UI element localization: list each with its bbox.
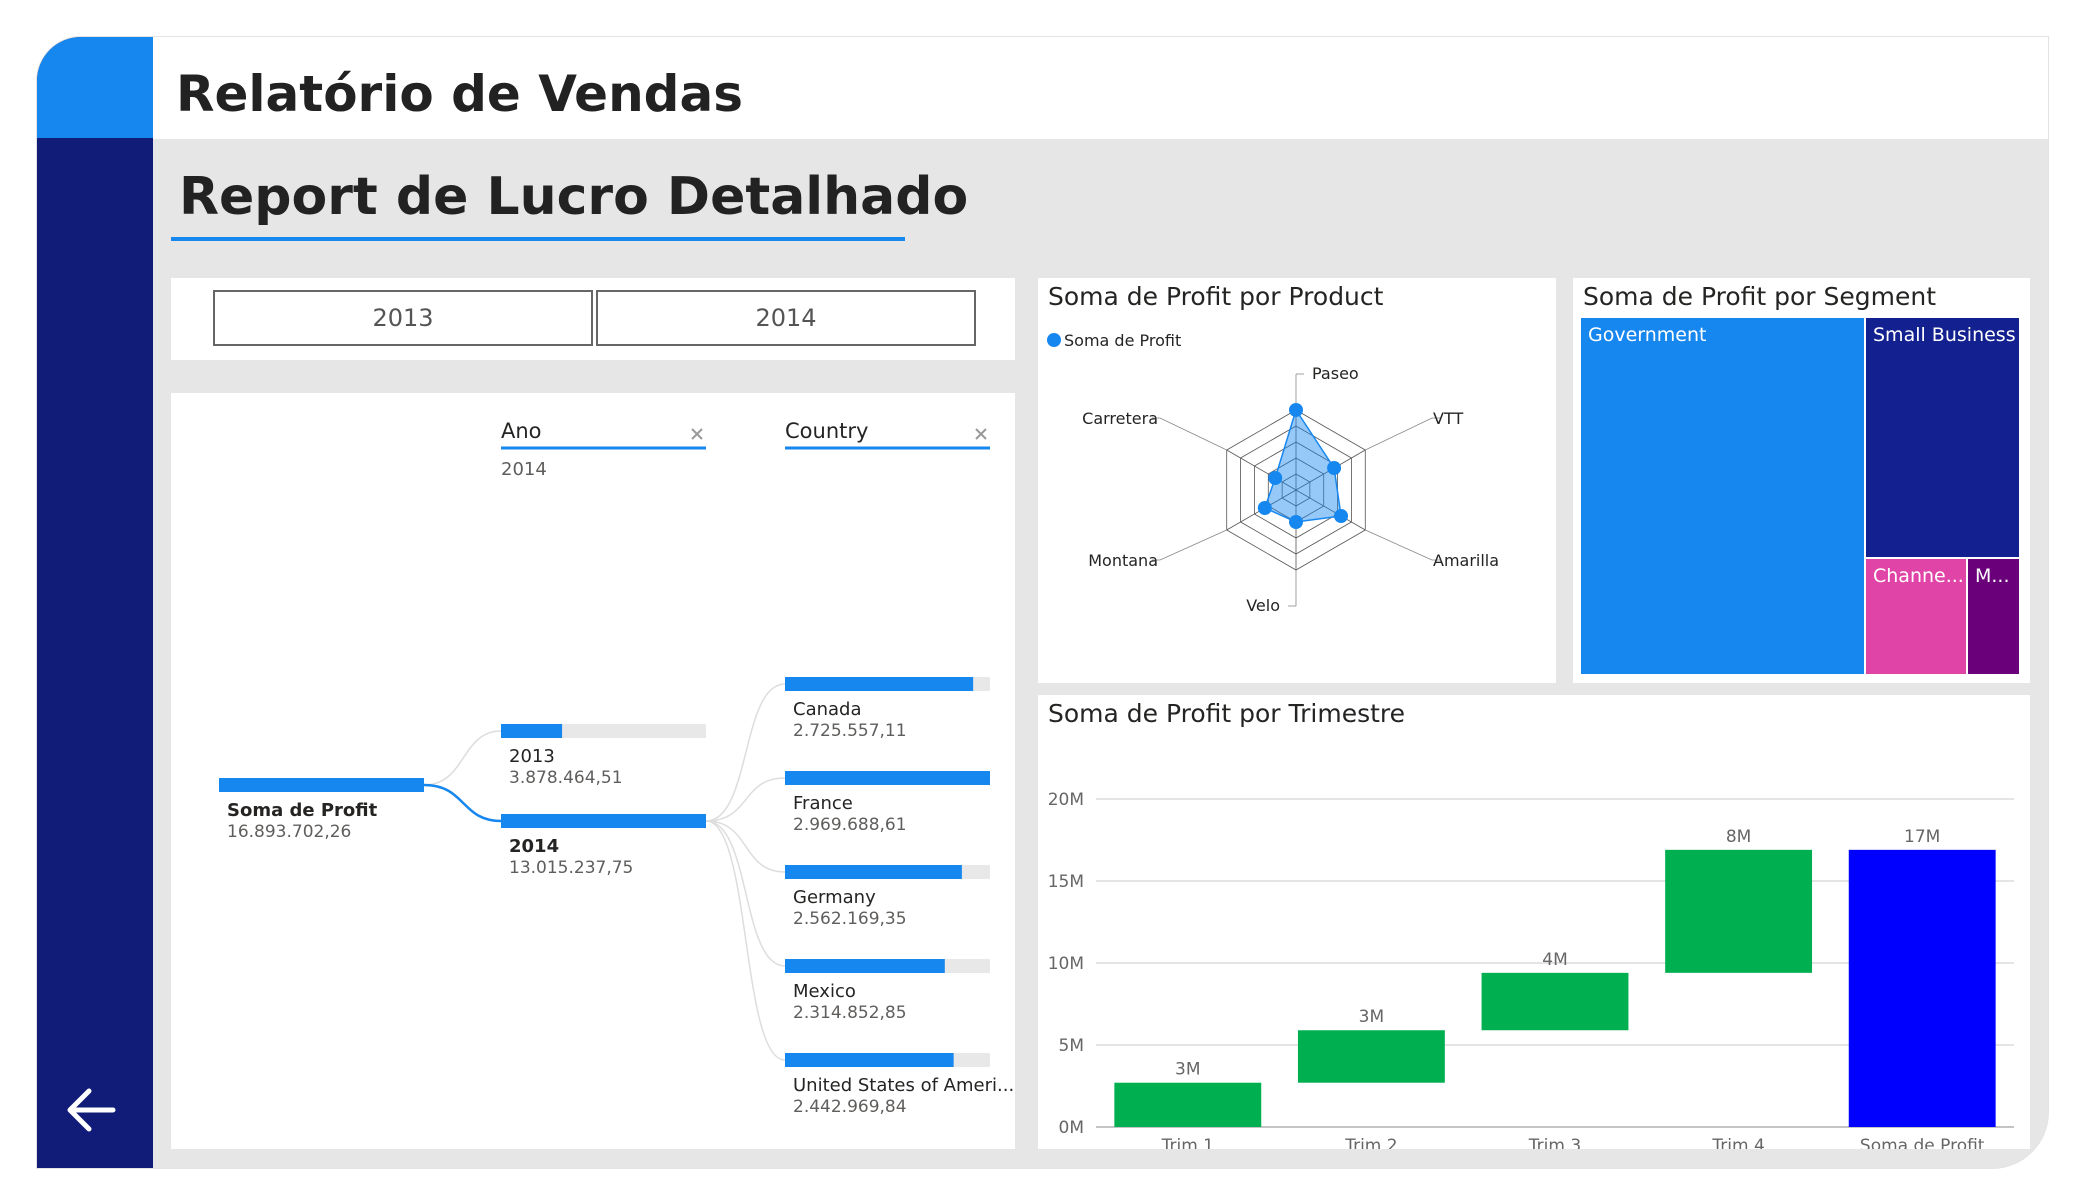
y-tick-label: 20M	[1048, 790, 1084, 810]
data-label: 4M	[1542, 950, 1567, 970]
radar-axis-label-amarilla: Amarilla	[1433, 551, 1499, 570]
treemap-label-channel: Channe...	[1873, 565, 1964, 587]
radar-point-paseo[interactable]	[1289, 403, 1303, 417]
bar-trim-2[interactable]	[1297, 1030, 1445, 1083]
year-slicer: 2013 2014	[171, 278, 1015, 360]
root-bar[interactable]	[219, 778, 424, 792]
treemap-label-government: Government	[1588, 324, 1707, 346]
radar-leader-line	[1159, 417, 1227, 451]
country-label-1: France	[793, 793, 853, 814]
decomposition-tree-canvas: Ano 2014 Country Soma de Profit16.893.70…	[219, 419, 1014, 1117]
level-header-country: Country	[785, 419, 868, 443]
sidebar	[37, 37, 153, 1168]
country-bar-4[interactable]	[785, 1053, 954, 1067]
radar-chart-card: Soma de Profit por Product Soma de Profi…	[1038, 278, 1556, 683]
back-arrow-icon[interactable]	[63, 1081, 121, 1139]
year-value-2014: 13.015.237,75	[509, 858, 633, 878]
slicer-option-2013[interactable]: 2013	[213, 290, 593, 346]
bar-trim-4[interactable]	[1665, 849, 1813, 973]
y-tick-label: 10M	[1048, 954, 1084, 974]
year-bar-2014[interactable]	[501, 814, 706, 828]
country-value-2: 2.562.169,35	[793, 909, 907, 929]
country-label-0: Canada	[793, 699, 862, 720]
connector-country-3	[705, 820, 786, 967]
header-bar: Relatório de Vendas	[153, 37, 2048, 139]
root-label: Soma de Profit	[227, 800, 378, 821]
radar-legend-label: Soma de Profit	[1064, 331, 1181, 350]
data-label: 17M	[1904, 827, 1940, 847]
remove-level-ano-icon[interactable]	[691, 428, 703, 440]
title-underline	[171, 237, 905, 241]
y-tick-label: 5M	[1059, 1036, 1084, 1056]
sidebar-accent	[37, 37, 153, 138]
radar-chart: Soma de Profit Paseo VTT Amarilla Velo Monta…	[1047, 331, 1499, 615]
year-label-2013: 2013	[509, 746, 555, 767]
treemap-card: Soma de Profit por Segment Government Sm…	[1573, 278, 2030, 683]
report-canvas: Relatório de Vendas Report de Lucro Deta…	[37, 37, 2048, 1168]
country-label-4: United States of Ameri...	[793, 1075, 1014, 1096]
country-bar-3[interactable]	[785, 959, 945, 973]
year-value-2013: 3.878.464,51	[509, 768, 623, 788]
y-tick-label: 0M	[1059, 1118, 1084, 1138]
country-value-1: 2.969.688,61	[793, 815, 907, 835]
x-tick-label: Trim 1	[1161, 1136, 1214, 1149]
country-label-2: Germany	[793, 887, 876, 908]
country-bar-0[interactable]	[785, 677, 974, 691]
treemap-title: Soma de Profit por Segment	[1583, 282, 1937, 311]
x-tick-label: Trim 3	[1528, 1136, 1581, 1149]
bar-trim-3[interactable]	[1481, 972, 1629, 1031]
y-tick-label: 15M	[1048, 872, 1084, 892]
radar-axis-label-carretera: Carretera	[1082, 409, 1158, 428]
radar-legend-marker	[1047, 333, 1061, 347]
treemap-label-small-business: Small Business	[1873, 324, 2016, 346]
data-label: 8M	[1726, 827, 1751, 847]
remove-level-country-icon[interactable]	[975, 428, 987, 440]
treemap-tile-channel[interactable]: Channe...	[1866, 559, 1966, 674]
radar-leader-line	[1365, 417, 1433, 451]
connector-country-1	[705, 777, 786, 822]
year-label-2014: 2014	[509, 836, 559, 857]
radar-point-carretera[interactable]	[1268, 471, 1283, 485]
page-title: Report de Lucro Detalhado	[179, 167, 969, 227]
connector-root-2013	[423, 730, 502, 786]
radar-axis-label-vtt: VTT	[1433, 409, 1463, 428]
data-label: 3M	[1175, 1060, 1200, 1080]
x-tick-label: Soma de Profit	[1860, 1136, 1985, 1149]
treemap-tile-government[interactable]: Government	[1581, 318, 1864, 674]
radar-leader-line	[1365, 529, 1433, 561]
level-header-ano: Ano	[501, 419, 542, 443]
year-bar-2013[interactable]	[501, 724, 563, 738]
radar-axis-label-velo: Velo	[1246, 596, 1280, 615]
waterfall-chart: 0M 5M 10M 15M 20M 3M Trim 1 3M Trim 2 4M Trim 3 8M T…	[1048, 790, 2014, 1149]
radar-leader-line	[1159, 529, 1227, 561]
decomposition-tree: Ano 2014 Country Soma de Profit 16.893.70…	[171, 393, 1015, 1149]
treemap-tile-small-business[interactable]: Small Business	[1866, 318, 2019, 557]
radar-point-velo[interactable]	[1289, 515, 1303, 529]
country-value-3: 2.314.852,85	[793, 1003, 907, 1023]
connector-root-2014	[423, 783, 502, 823]
treemap-tile-m[interactable]: M...	[1968, 559, 2019, 674]
waterfall-chart-card: Soma de Profit por Trimestre 0M 5M 10M 15M 2…	[1038, 695, 2030, 1149]
bar-trim-1[interactable]	[1114, 1082, 1262, 1127]
country-bar-1[interactable]	[785, 771, 990, 785]
slicer-option-2014[interactable]: 2014	[596, 290, 976, 346]
country-value-4: 2.442.969,84	[793, 1097, 907, 1117]
radar-axis-label-montana: Montana	[1088, 551, 1158, 570]
x-tick-label: Trim 2	[1344, 1136, 1397, 1149]
bar-soma-de-profit[interactable]	[1848, 849, 1996, 1127]
radar-axis-label-paseo: Paseo	[1312, 364, 1359, 383]
level-filter-ano: 2014	[501, 459, 547, 480]
radar-point-amarilla[interactable]	[1334, 509, 1349, 523]
app-title: Relatório de Vendas	[176, 65, 743, 123]
connector-country-4	[705, 820, 786, 1061]
radar-point-montana[interactable]	[1257, 501, 1272, 515]
data-label: 3M	[1359, 1007, 1384, 1027]
country-label-3: Mexico	[793, 981, 856, 1002]
radar-point-vtt[interactable]	[1327, 461, 1342, 475]
treemap-label-m: M...	[1975, 565, 2010, 587]
root-value: 16.893.702,26	[227, 822, 351, 842]
country-value-0: 2.725.557,11	[793, 721, 907, 741]
country-bar-2[interactable]	[785, 865, 962, 879]
x-tick-label: Trim 4	[1711, 1136, 1764, 1149]
